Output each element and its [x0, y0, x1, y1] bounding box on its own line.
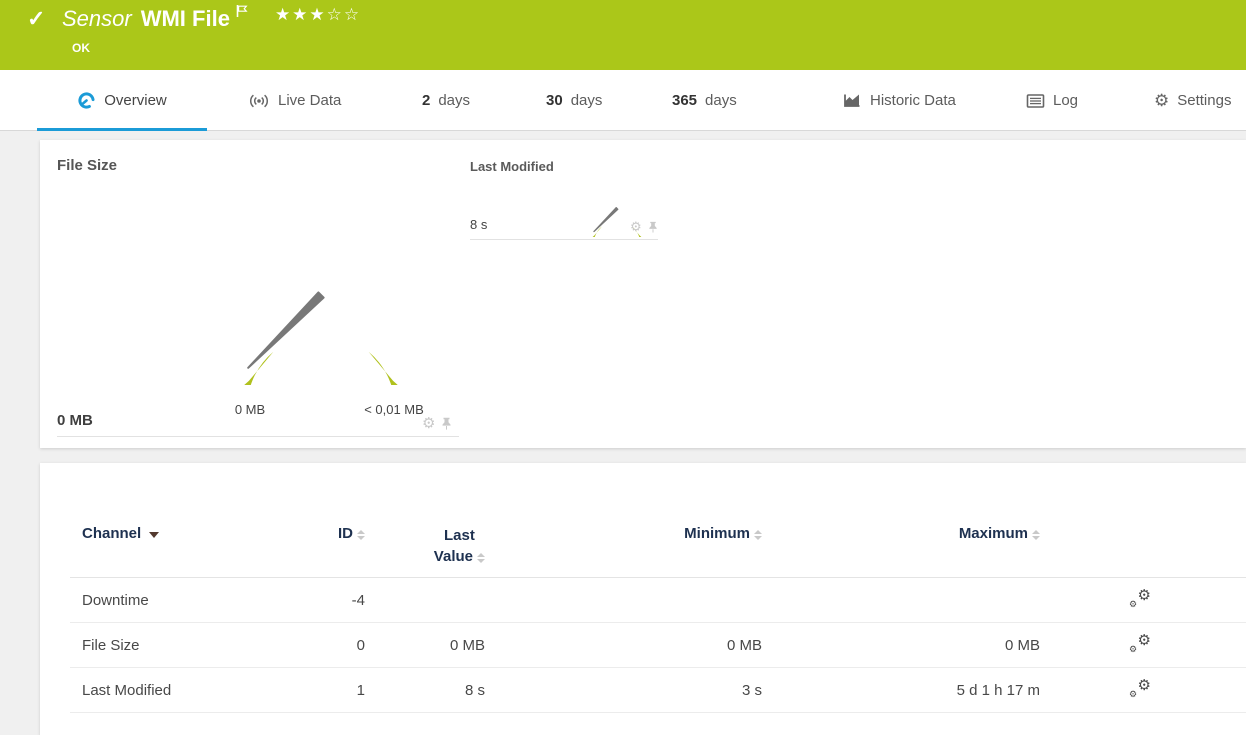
- tab-number: 2: [422, 92, 431, 109]
- channels-panel: Channel ID Last Value Minimum Maximum Do…: [40, 463, 1246, 735]
- pin-icon[interactable]: [648, 221, 658, 233]
- log-icon: [1026, 93, 1045, 108]
- tab-label: Settings: [1177, 92, 1232, 109]
- channel-last-value: 8 s: [464, 681, 485, 699]
- file-size-tools: ⚙: [422, 416, 452, 431]
- tab-label: Historic Data: [870, 92, 956, 109]
- tab-2-days[interactable]: 2 days: [422, 70, 470, 131]
- last-modified-tools: ⚙: [630, 220, 658, 233]
- tab-log[interactable]: Log: [1026, 70, 1078, 131]
- channel-name[interactable]: Last Modified: [70, 682, 318, 699]
- tab-label: Live Data: [278, 92, 342, 109]
- channel-maximum: 0 MB: [1004, 636, 1040, 654]
- column-header-channel[interactable]: Channel: [70, 525, 318, 542]
- sort-icon: [477, 552, 485, 563]
- file-size-gauge: [244, 291, 398, 385]
- file-size-title: File Size: [57, 157, 118, 174]
- channel-last-value: 0 MB: [449, 636, 485, 654]
- sensor-status-band: ✓ Sensor WMI File ★★★☆☆ OK: [0, 0, 1246, 70]
- pin-icon[interactable]: [441, 417, 452, 430]
- divider: [57, 436, 459, 437]
- file-size-current-value: 0 MB: [57, 412, 93, 429]
- table-header-row: Channel ID Last Value Minimum Maximum: [70, 463, 1246, 578]
- channel-id: 0: [356, 636, 365, 654]
- sort-caret-down-icon: [149, 531, 160, 538]
- channel-minimum: 3 s: [741, 681, 762, 699]
- gauge-max-label: < 0,01 MB: [364, 402, 424, 417]
- gauge-settings-gear-icon[interactable]: ⚙: [630, 220, 642, 233]
- tab-overview[interactable]: Overview: [37, 70, 207, 131]
- area-chart-icon: [844, 94, 860, 107]
- tab-30-days[interactable]: 30 days: [546, 70, 602, 131]
- column-header-last-value[interactable]: Last Value: [372, 525, 490, 567]
- last-modified-title: Last Modified: [470, 159, 554, 174]
- tab-settings[interactable]: ⚙ Settings: [1154, 70, 1231, 131]
- gauge-settings-gear-icon[interactable]: ⚙: [422, 416, 435, 431]
- broadcast-icon: [249, 94, 269, 107]
- tab-label: Overview: [104, 92, 167, 109]
- table-row[interactable]: File Size 0 0 MB 0 MB 0 MB ⚙ ⚙: [70, 623, 1246, 668]
- tab-number: 30: [546, 92, 563, 109]
- column-header-minimum[interactable]: Minimum: [490, 525, 766, 542]
- stars-filled: ★★★: [274, 5, 327, 24]
- sort-icon: [1032, 529, 1040, 540]
- priority-stars[interactable]: ★★★☆☆: [275, 5, 361, 25]
- tab-live-data[interactable]: Live Data: [248, 70, 341, 131]
- gear-icon: ⚙: [1154, 91, 1170, 110]
- channel-settings-gears-icon[interactable]: ⚙ ⚙: [1129, 587, 1151, 609]
- tab-historic-data[interactable]: Historic Data: [842, 70, 956, 131]
- sort-icon: [357, 529, 365, 540]
- channel-id: -4: [351, 591, 365, 609]
- channel-minimum: 0 MB: [726, 636, 762, 654]
- channel-name[interactable]: File Size: [70, 637, 318, 654]
- tab-number: 365: [672, 92, 698, 109]
- tab-bar: Overview Live Data 2 days 30 days 365 da…: [0, 70, 1246, 131]
- status-text: OK: [72, 41, 90, 55]
- channels-table: Channel ID Last Value Minimum Maximum Do…: [70, 463, 1246, 713]
- gauge-min-label: 0 MB: [234, 402, 266, 417]
- sensor-name: WMI File: [140, 6, 230, 31]
- divider: [470, 239, 658, 240]
- tab-label: days: [570, 92, 603, 109]
- sensor-kind-label: Sensor: [62, 6, 132, 31]
- sensor-title-row: Sensor WMI File ★★★☆☆: [62, 4, 361, 32]
- tab-label: days: [438, 92, 471, 109]
- tab-label: days: [705, 92, 737, 109]
- gauges-panel: File Size 0 MB < 0,01 MB 0 MB ⚙ Last Mod…: [40, 140, 1246, 448]
- stars-empty: ☆☆: [326, 5, 362, 24]
- table-row[interactable]: Downtime -4 ⚙ ⚙: [70, 578, 1246, 623]
- sort-icon: [754, 529, 762, 540]
- tab-365-days[interactable]: 365 days: [672, 70, 737, 131]
- gauge-icon: [78, 92, 95, 109]
- tab-label: Log: [1053, 92, 1079, 109]
- last-modified-current-value: 8 s: [470, 217, 488, 232]
- channel-id: 1: [356, 681, 365, 699]
- status-check-icon: ✓: [27, 6, 46, 31]
- column-header-maximum[interactable]: Maximum: [766, 525, 1044, 542]
- table-row[interactable]: Last Modified 1 8 s 3 s 5 d 1 h 17 m ⚙ ⚙: [70, 668, 1246, 713]
- channel-name[interactable]: Downtime: [70, 592, 318, 609]
- channel-settings-gears-icon[interactable]: ⚙ ⚙: [1129, 677, 1151, 699]
- channel-settings-gears-icon[interactable]: ⚙ ⚙: [1129, 632, 1151, 654]
- column-header-id[interactable]: ID: [318, 525, 372, 542]
- flag-icon[interactable]: [235, 4, 249, 23]
- channel-maximum: 5 d 1 h 17 m: [956, 681, 1040, 699]
